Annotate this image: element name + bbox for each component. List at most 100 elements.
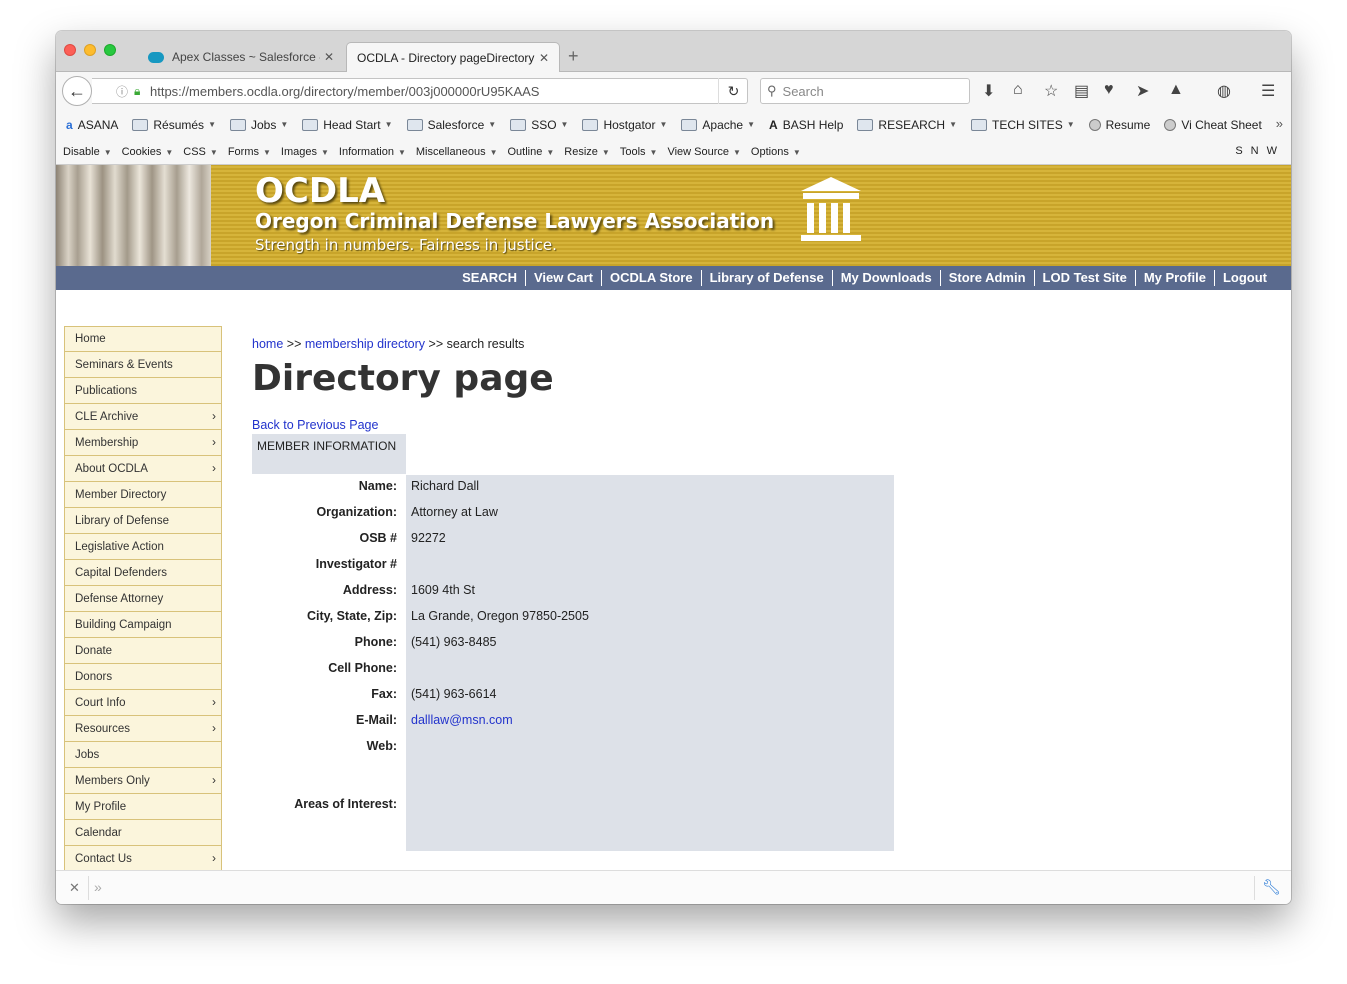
sidebar-item-members-only[interactable]: Members Only › (64, 768, 222, 794)
dev-menu-resize[interactable]: Resize ▼ (564, 146, 610, 158)
bookmark-folder-sso[interactable]: SSO ▼ (510, 118, 568, 132)
nav-my-downloads[interactable]: My Downloads (831, 270, 940, 286)
breadcrumb-directory-link[interactable]: membership directory (305, 337, 425, 351)
bookmark-asana[interactable]: a ASANA (66, 118, 118, 132)
bookmark-folder-salesforce[interactable]: Salesforce ▼ (406, 117, 496, 132)
drive-icon[interactable]: ▲ (1168, 81, 1184, 99)
sidebar-item-capital-defenders[interactable]: Capital Defenders (64, 560, 222, 586)
sidebar-item-seminars-events[interactable]: Seminars & Events (64, 352, 222, 378)
window-close-button[interactable] (64, 44, 76, 56)
sidebar-item-about-ocdla[interactable]: About OCDLA › (64, 456, 222, 482)
bookmark-bash-help[interactable]: A BASH Help (769, 118, 843, 132)
back-to-previous-link[interactable]: Back to Previous Page (252, 418, 378, 432)
pocket-icon[interactable]: ♥︎ (1104, 81, 1114, 99)
bookmark-label: BASH Help (782, 117, 844, 132)
reload-icon[interactable]: ↻ (718, 78, 748, 104)
bookmark-star-icon[interactable]: ☆ (1044, 81, 1058, 101)
dev-menu-label: Resize (564, 145, 598, 158)
breadcrumb-home-link[interactable]: home (252, 337, 283, 351)
sidebar-item-donors[interactable]: Donors (64, 664, 222, 690)
bookmark-folder-research[interactable]: RESEARCH ▼ (857, 118, 957, 132)
download-icon[interactable]: ⬇ (982, 81, 995, 101)
window-maximize-button[interactable] (104, 44, 116, 56)
sidebar-item-publications[interactable]: Publications (64, 378, 222, 404)
email-link[interactable]: dalllaw@msn.com (402, 713, 513, 739)
hamburger-menu-icon[interactable]: ☰ (1261, 81, 1275, 101)
sidebar-item-donate[interactable]: Donate (64, 638, 222, 664)
field-label: Investigator # (315, 557, 397, 571)
dev-menu-view-source[interactable]: View Source ▼ (667, 146, 740, 158)
sidebar-item-court-info[interactable]: Court Info › (64, 690, 222, 716)
tab-close-icon[interactable]: ✕ (539, 51, 549, 65)
dev-menu-outline[interactable]: Outline ▼ (508, 146, 555, 158)
bookmark-folder-tech-sites[interactable]: TECH SITES ▼ (971, 118, 1075, 132)
dev-menu-tools[interactable]: Tools ▼ (620, 146, 658, 158)
sidebar-item-resources[interactable]: Resources › (64, 716, 222, 742)
nav-logout[interactable]: Logout (1213, 270, 1275, 286)
sidebar-item-jobs[interactable]: Jobs (64, 742, 222, 768)
sidebar-item-defense-attorney[interactable]: Defense Attorney (64, 586, 222, 612)
back-arrow-icon[interactable]: ← (62, 76, 92, 106)
tab-ocdla-directory[interactable]: OCDLA - Directory pageDirectory ✕ (346, 42, 560, 72)
window-minimize-button[interactable] (84, 44, 96, 56)
bookmark-label: ASANA (77, 117, 119, 132)
clipboard-icon[interactable]: ▤ (1074, 81, 1089, 101)
info-icon[interactable]: ⓘ (116, 83, 134, 100)
nav-search[interactable]: SEARCH (454, 270, 525, 286)
url-text[interactable]: https://members.ocdla.org/directory/memb… (150, 84, 747, 99)
sidebar-item-my-profile[interactable]: My Profile (64, 794, 222, 820)
new-tab-plus-icon[interactable]: + (568, 46, 579, 67)
dev-menu-label: Cookies (121, 145, 162, 158)
nav-store-admin[interactable]: Store Admin (939, 270, 1034, 286)
send-icon[interactable]: ➤ (1136, 81, 1149, 101)
bookmark-folder-jobs[interactable]: Jobs ▼ (229, 118, 288, 132)
folder-icon (406, 118, 423, 131)
tab-apex-classes[interactable]: Apex Classes ~ Salesforce - E ✕ (138, 42, 344, 72)
bookmark-label: Head Start (323, 117, 381, 132)
sidebar-item-member-directory[interactable]: Member Directory (64, 482, 222, 508)
bookmark-folder-head-start[interactable]: Head Start ▼ (302, 117, 393, 132)
dev-menu-disable[interactable]: Disable ▼ (63, 146, 112, 158)
bookmark-label: Hostgator (603, 117, 656, 132)
close-icon[interactable]: ✕ (69, 880, 80, 896)
site-banner: OCDLA Oregon Criminal Defense Lawyers As… (56, 165, 1291, 266)
nav-lod-test-site[interactable]: LOD Test Site (1033, 270, 1135, 286)
sidebar-item-legislative-action[interactable]: Legislative Action (64, 534, 222, 560)
nav-view-cart[interactable]: View Cart (524, 270, 601, 286)
home-icon[interactable]: ⌂ (1013, 81, 1023, 99)
bookmark-label: Salesforce (427, 117, 485, 132)
dev-menu-miscellaneous[interactable]: Miscellaneous ▼ (416, 146, 498, 158)
tab-close-icon[interactable]: ✕ (324, 50, 334, 64)
site-top-nav: SEARCH View Cart OCDLA Store Library of … (56, 266, 1291, 290)
overflow-chevron-icon[interactable]: » (1276, 116, 1283, 131)
double-chevron-icon[interactable]: » (94, 879, 102, 895)
dev-menu-information[interactable]: Information ▼ (339, 146, 406, 158)
nav-library-of-defense[interactable]: Library of Defense (700, 270, 832, 286)
sidebar-item-calendar[interactable]: Calendar (64, 820, 222, 846)
bookmark-folder-apache[interactable]: Apache ▼ (681, 118, 755, 132)
bookmark-folder-hostgator[interactable]: Hostgator ▼ (582, 118, 667, 132)
dev-menu-images[interactable]: Images ▼ (281, 146, 329, 158)
globe-icon[interactable]: ◍ (1217, 81, 1231, 101)
nav-ocdla-store[interactable]: OCDLA Store (600, 270, 701, 286)
dev-menu-css[interactable]: CSS ▼ (183, 146, 218, 158)
sidebar-item-membership[interactable]: Membership › (64, 430, 222, 456)
bookmark-vi-cheat-sheet[interactable]: Vi Cheat Sheet (1164, 118, 1262, 132)
sidebar-item-home[interactable]: Home (64, 326, 222, 352)
sidebar-item-contact-us[interactable]: Contact Us › (64, 846, 222, 870)
wrench-icon[interactable]: 🔧︎ (1262, 878, 1281, 896)
search-input[interactable]: ⚲ Search (760, 78, 970, 104)
bookmark-resume[interactable]: Resume (1088, 118, 1150, 132)
sidebar-item-building-campaign[interactable]: Building Campaign (64, 612, 222, 638)
sidebar-item-cle-archive[interactable]: CLE Archive › (64, 404, 222, 430)
dev-menu-label: Tools (619, 145, 646, 158)
bookmark-folder-resumes[interactable]: Résumés ▼ (132, 118, 216, 132)
dev-menu-forms[interactable]: Forms ▼ (228, 146, 271, 158)
sidebar-item-library-of-defense[interactable]: Library of Defense (64, 508, 222, 534)
url-bar[interactable]: ⓘ 🔒︎ https://members.ocdla.org/directory… (92, 78, 748, 104)
nav-my-profile[interactable]: My Profile (1134, 270, 1214, 286)
sidebar-item-label: CLE Archive (75, 410, 139, 423)
dev-menu-cookies[interactable]: Cookies ▼ (122, 146, 174, 158)
dev-menu-options[interactable]: Options ▼ (751, 146, 801, 158)
bookmark-label: SSO (531, 117, 557, 132)
